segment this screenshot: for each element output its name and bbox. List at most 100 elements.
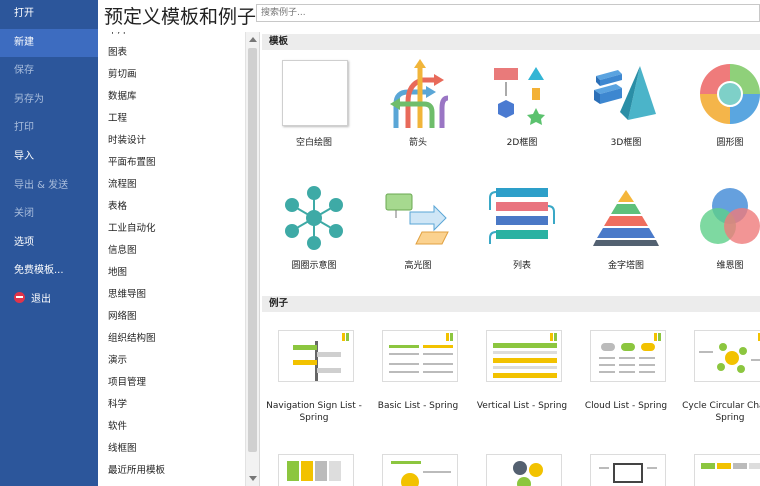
- category-panel: 卡片 图表 剪切画 数据库 工程 时装设计 平面布置图 流程图 表格 工业自动化…: [98, 32, 260, 486]
- nav-options[interactable]: 选项: [0, 229, 98, 258]
- category-item[interactable]: 平面布置图: [98, 152, 244, 174]
- template-label: 圆圈示意图: [291, 261, 337, 271]
- template-tile-blank[interactable]: 空白绘图: [262, 58, 366, 158]
- category-item[interactable]: 最近所用模板: [98, 460, 244, 482]
- category-item[interactable]: 卡片: [98, 32, 244, 42]
- example-tile[interactable]: [262, 454, 366, 486]
- circle-spoke-icon: [285, 186, 343, 250]
- scroll-up-arrow-icon[interactable]: [249, 37, 257, 42]
- category-item[interactable]: 信息图: [98, 240, 244, 262]
- venn-icon: [700, 188, 760, 244]
- example-thumbnail: [590, 454, 666, 486]
- example-label: Cloud List - Spring: [584, 401, 668, 411]
- example-tile[interactable]: [366, 454, 470, 486]
- example-thumbnail: [278, 454, 354, 486]
- example-label: Basic List - Spring: [377, 401, 459, 411]
- highlight-icon: [385, 193, 449, 245]
- example-tile[interactable]: Navigation Sign List - Spring: [262, 330, 366, 430]
- example-thumbnail: [694, 330, 760, 382]
- nav-open[interactable]: 打开: [0, 0, 98, 29]
- category-item[interactable]: 项目管理: [98, 372, 244, 394]
- template-label: 金字塔图: [607, 261, 644, 271]
- example-tile[interactable]: [470, 454, 574, 486]
- templates-section-heading: 模板: [262, 34, 760, 50]
- category-scrollbar[interactable]: [245, 32, 259, 486]
- template-tile-list[interactable]: 列表: [470, 180, 574, 280]
- example-thumbnail: [486, 330, 562, 382]
- category-item[interactable]: 时装设计: [98, 130, 244, 152]
- example-thumbnail: [590, 330, 666, 382]
- template-tile-arrows[interactable]: 箭头: [366, 58, 470, 158]
- template-tile-circle-spoke[interactable]: 圆圈示意图: [262, 180, 366, 280]
- example-tile[interactable]: Basic List - Spring: [366, 330, 470, 430]
- category-item[interactable]: 网络图: [98, 306, 244, 328]
- template-label: 3D框图: [610, 138, 642, 148]
- nav-import[interactable]: 导入: [0, 143, 98, 172]
- template-tile-circle-chart[interactable]: 圆形图: [678, 58, 760, 158]
- example-thumbnail: [694, 454, 760, 486]
- category-item[interactable]: 组织结构图: [98, 328, 244, 350]
- template-tile-2d-blocks[interactable]: 2D框图: [470, 58, 574, 158]
- category-item[interactable]: 地图: [98, 262, 244, 284]
- nav-free-templates[interactable]: 免费模板...: [0, 257, 98, 286]
- example-thumbnail: [382, 330, 458, 382]
- nav-save-as[interactable]: 另存为: [0, 86, 98, 115]
- nav-new[interactable]: 新建: [0, 28, 98, 58]
- category-item[interactable]: 图表: [98, 42, 244, 64]
- category-item[interactable]: 演示: [98, 350, 244, 372]
- example-label: Navigation Sign List - Spring: [266, 401, 362, 423]
- template-tile-venn[interactable]: 维恩图: [678, 180, 760, 280]
- category-item[interactable]: 工业自动化: [98, 218, 244, 240]
- nav-close[interactable]: 关闭: [0, 200, 98, 229]
- 2d-blocks-icon: [494, 67, 545, 125]
- example-tile[interactable]: Cycle Circular Chart - Spring: [678, 330, 760, 430]
- template-label: 箭头: [408, 138, 427, 148]
- nav-export-send[interactable]: 导出 & 发送: [0, 172, 98, 201]
- category-item[interactable]: 思维导图: [98, 284, 244, 306]
- pyramid-icon: [593, 190, 659, 246]
- category-item[interactable]: 流程图: [98, 174, 244, 196]
- 3d-blocks-icon: [594, 66, 656, 120]
- nav-exit-label: 退出: [31, 293, 51, 305]
- arrows-icon: [390, 59, 449, 128]
- category-item[interactable]: 软件: [98, 416, 244, 438]
- template-label: 空白绘图: [295, 138, 332, 148]
- template-label: 2D框图: [506, 138, 538, 148]
- template-tile-3d-blocks[interactable]: 3D框图: [574, 58, 678, 158]
- list-icon: [489, 188, 555, 244]
- nav-save[interactable]: 保存: [0, 57, 98, 86]
- scroll-thumb[interactable]: [248, 48, 257, 452]
- scroll-down-arrow-icon[interactable]: [249, 476, 257, 481]
- example-tile[interactable]: [678, 454, 760, 486]
- nav-exit[interactable]: 退出: [0, 286, 98, 315]
- category-item[interactable]: 科学: [98, 394, 244, 416]
- search-input[interactable]: [256, 4, 760, 22]
- backstage-nav: 打开 新建 保存 另存为 打印 导入 导出 & 发送 关闭 选项 免费模板...…: [0, 0, 98, 486]
- example-label: Vertical List - Spring: [476, 401, 568, 411]
- category-item[interactable]: 线框图: [98, 438, 244, 460]
- category-item[interactable]: 工程: [98, 108, 244, 130]
- template-label: 高光图: [404, 261, 432, 271]
- example-label: Cycle Circular Chart - Spring: [682, 401, 760, 423]
- example-thumbnail: [382, 454, 458, 486]
- examples-section-heading: 例子: [262, 296, 760, 312]
- example-thumbnail: [486, 454, 562, 486]
- template-tile-highlight[interactable]: 高光图: [366, 180, 470, 280]
- example-tile[interactable]: Vertical List - Spring: [470, 330, 574, 430]
- example-tile[interactable]: Cloud List - Spring: [574, 330, 678, 430]
- category-item[interactable]: 表格: [98, 196, 244, 218]
- category-item[interactable]: 剪切画: [98, 64, 244, 86]
- page-title: 预定义模板和例子: [104, 6, 257, 28]
- gallery-area: 模板 空白绘图 箭头 2D框图 3D框图 圆形图 圆圈示意图 高光图 列表 金字…: [262, 32, 760, 486]
- nav-print[interactable]: 打印: [0, 114, 98, 143]
- category-list: 卡片 图表 剪切画 数据库 工程 时装设计 平面布置图 流程图 表格 工业自动化…: [98, 32, 244, 482]
- example-thumbnail: [278, 330, 354, 382]
- category-item[interactable]: 数据库: [98, 86, 244, 108]
- blank-page-icon: [278, 58, 350, 130]
- example-tile[interactable]: [574, 454, 678, 486]
- circle-chart-icon: [700, 64, 760, 124]
- template-tile-pyramid[interactable]: 金字塔图: [574, 180, 678, 280]
- template-label: 列表: [512, 261, 531, 271]
- exit-icon: [14, 291, 25, 303]
- template-label: 维恩图: [716, 261, 744, 271]
